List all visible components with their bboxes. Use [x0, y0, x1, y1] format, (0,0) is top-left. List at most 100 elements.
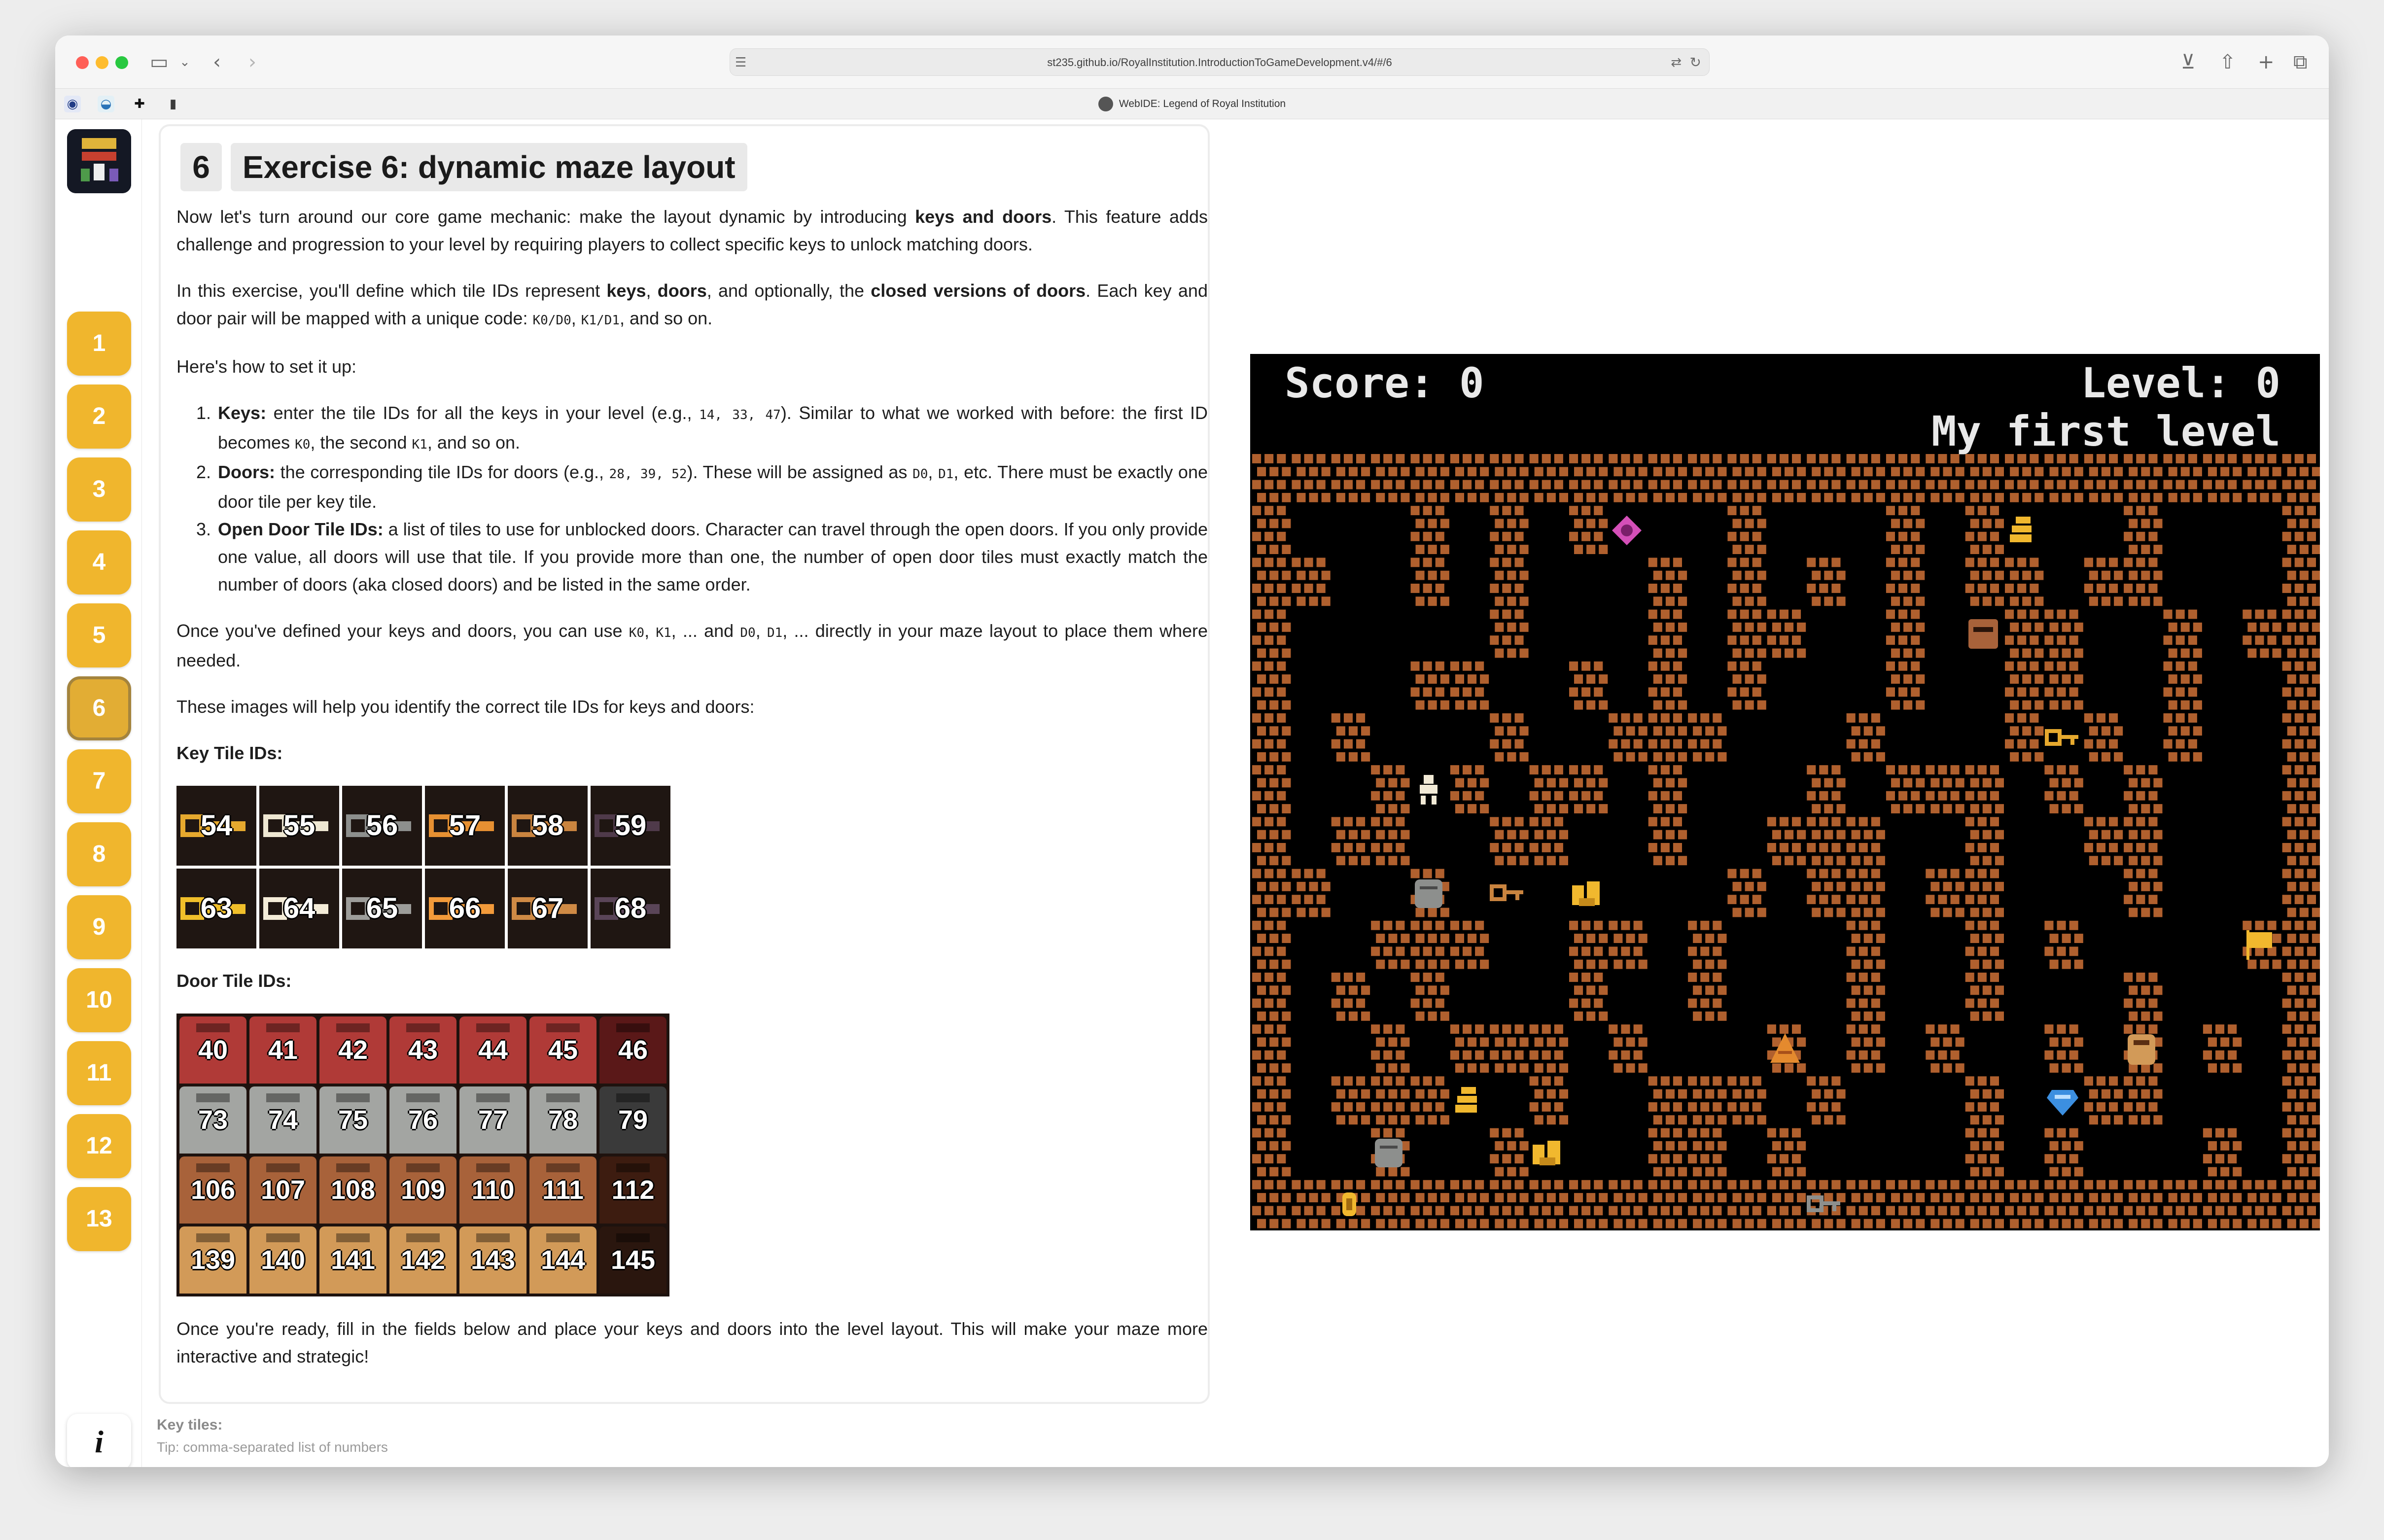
door-tile: 75	[319, 1086, 386, 1154]
exercise-number: 6	[180, 143, 222, 191]
step-button-4[interactable]: 4	[67, 530, 131, 595]
wall-tile	[1727, 869, 1766, 917]
door-tile: 42	[319, 1016, 386, 1084]
wall-tile	[2282, 973, 2320, 1021]
code-text: 28, 39, 52	[609, 467, 687, 482]
active-tab[interactable]: WebIDE: Legend of Royal Institution	[55, 89, 2329, 119]
wall-tile	[1490, 713, 1529, 762]
wall-tile	[2282, 609, 2320, 658]
info-button[interactable]: i	[67, 1414, 131, 1467]
text-segment: , and so on.	[620, 308, 713, 328]
wall-tile	[1648, 454, 1687, 502]
door-tile: 145	[599, 1226, 666, 1294]
step-button-10[interactable]: 10	[67, 968, 131, 1032]
wall-tile	[1648, 661, 1687, 710]
step-button-2[interactable]: 2	[67, 385, 131, 449]
zoom-window-button[interactable]	[115, 56, 128, 69]
wall-tile	[1688, 1180, 1727, 1228]
step-button-9[interactable]: 9	[67, 895, 131, 959]
step-button-6[interactable]: 6	[67, 676, 131, 740]
wall-tile	[1529, 454, 1568, 502]
wall-tile	[1767, 1128, 1806, 1177]
wall-tile	[1410, 1180, 1449, 1228]
close-window-button[interactable]	[76, 56, 89, 69]
code-text: K1/D1	[581, 313, 620, 328]
back-arrow-icon[interactable]: ‹	[213, 49, 221, 75]
key-tile-id: 59	[614, 809, 647, 841]
door-tile-id: 140	[260, 1245, 306, 1275]
step-button-7[interactable]: 7	[67, 749, 131, 813]
coin-pile-icon	[1530, 1135, 1565, 1170]
wall-tile	[1886, 661, 1925, 710]
wall-tile	[1450, 454, 1489, 502]
door-tile-id: 144	[540, 1245, 586, 1275]
text-segment: ,	[644, 621, 656, 641]
text-segment: ,	[928, 462, 939, 482]
wall-tile	[1252, 506, 1291, 554]
url-text: st235.github.io/RoyalInstitution.Introdu…	[1047, 56, 1392, 69]
door-tile: 140	[249, 1226, 316, 1294]
step-button-13[interactable]: 13	[67, 1187, 131, 1251]
step-button-11[interactable]: 11	[67, 1041, 131, 1105]
door-tile: 111	[529, 1156, 596, 1224]
step-button-12[interactable]: 12	[67, 1114, 131, 1178]
address-bar[interactable]: ☰ st235.github.io/RoyalInstitution.Intro…	[730, 48, 1710, 76]
forward-arrow-icon[interactable]: ›	[248, 49, 256, 75]
chevron-down-icon[interactable]: ⌄	[179, 49, 190, 75]
wall-tile	[2203, 1180, 2242, 1228]
wall-tile	[2203, 1128, 2242, 1177]
wall-tile	[1490, 1024, 1529, 1073]
step-button-1[interactable]: 1	[67, 312, 131, 376]
wall-tile	[1965, 506, 2004, 554]
wall-tile	[2282, 1180, 2320, 1228]
wall-tile	[1767, 454, 1806, 502]
reload-icon[interactable]: ↻	[1690, 50, 1701, 75]
tab-overview-icon[interactable]: ⧉	[2293, 49, 2308, 75]
wall-tile	[2282, 1076, 2320, 1125]
code-text: D1	[938, 467, 954, 482]
game-preview[interactable]: Score: 0 Level: 0 My first level	[1250, 354, 2320, 1230]
wall-tile	[1371, 454, 1410, 502]
key-tile: 63	[176, 869, 256, 948]
wall-tile	[2282, 765, 2320, 813]
translate-icon[interactable]: ⇄	[1671, 50, 1682, 75]
minimize-window-button[interactable]	[96, 56, 108, 69]
wall-tile	[1846, 454, 1885, 502]
step-open-doors: Open Door Tile IDs: a list of tiles to u…	[216, 516, 1208, 598]
download-icon[interactable]: ⊻	[2181, 49, 2195, 75]
code-text: K0	[295, 437, 311, 452]
step-button-5[interactable]: 5	[67, 603, 131, 667]
step-button-3[interactable]: 3	[67, 457, 131, 522]
wall-tile	[1490, 1128, 1529, 1177]
coin-pile-icon	[1569, 875, 1605, 911]
code-text: K0	[629, 626, 645, 640]
wall-tile	[1648, 713, 1687, 762]
text-segment: Once you're ready, fill in the fields be…	[176, 1319, 1208, 1366]
wall-tile	[1965, 765, 2004, 813]
wall-tile	[2044, 765, 2083, 813]
wall-tile	[1529, 817, 1568, 866]
door-tile-id: 108	[330, 1175, 376, 1205]
level-text: Level: 0	[2081, 359, 2280, 407]
setup-steps-list: Keys: enter the tile IDs for all the key…	[216, 399, 1208, 598]
share-icon[interactable]: ⇧	[2219, 49, 2236, 75]
step-button-8[interactable]: 8	[67, 822, 131, 886]
code-text: 14, 33, 47	[699, 408, 781, 422]
sidebar-toggle-icon[interactable]: ▭	[150, 49, 169, 75]
key-tile: 57	[425, 786, 505, 866]
text-segment: ,	[755, 621, 767, 641]
door-tile-id: 111	[542, 1175, 584, 1205]
wall-tile	[1886, 506, 1925, 554]
score-text: Score: 0	[1285, 359, 1484, 407]
new-tab-icon[interactable]: +	[2258, 49, 2275, 75]
door-tile: 109	[389, 1156, 456, 1224]
app-logo[interactable]	[67, 129, 131, 193]
text-segment: enter the tile IDs for all the keys in y…	[266, 403, 700, 423]
text-segment: ). These will be assigned as	[687, 462, 913, 482]
wall-tile	[1252, 454, 1291, 502]
wall-tile	[1252, 713, 1291, 762]
wall-tile	[1807, 869, 1846, 917]
wall-tile	[1648, 765, 1687, 813]
key-tile-id: 58	[531, 809, 564, 841]
wall-tile	[2124, 1180, 2163, 1228]
